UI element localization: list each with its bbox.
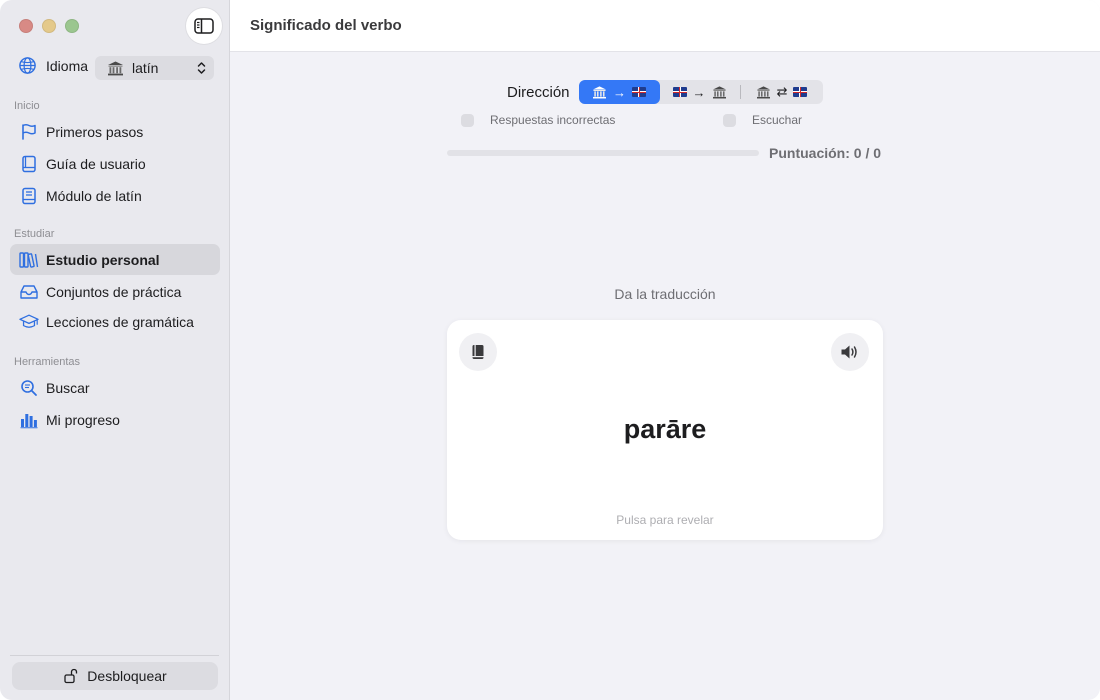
flashcard-word: parāre bbox=[623, 414, 707, 444]
progress-bar bbox=[447, 150, 759, 156]
section-title-herramientas: Herramientas bbox=[14, 356, 81, 368]
sidebar-item-guia-de-usuario[interactable]: Guía de usuario bbox=[10, 148, 220, 179]
chart-bars-icon bbox=[19, 410, 39, 430]
arrow-right-icon: → bbox=[692, 84, 706, 100]
language-label: Idioma bbox=[46, 57, 89, 74]
toggle-sidebar-button[interactable] bbox=[186, 8, 222, 44]
direction-label: Dirección bbox=[507, 83, 570, 101]
toolbar: Significado del verbo bbox=[230, 0, 1100, 52]
unlock-label: Desbloquear bbox=[87, 668, 167, 684]
speaker-icon bbox=[841, 345, 857, 359]
flashcard[interactable]: parāre Pulsa para revelar bbox=[447, 320, 883, 540]
unlock-button[interactable]: Desbloquear bbox=[12, 662, 218, 690]
direction-row: Dirección → → ⇄ bbox=[507, 80, 823, 104]
sidebar-item-label: Conjuntos de práctica bbox=[46, 283, 182, 300]
page-title: Significado del verbo bbox=[250, 17, 402, 34]
listen-checkbox[interactable] bbox=[723, 113, 736, 127]
sidebar-item-conjuntos-de-practica[interactable]: Conjuntos de práctica bbox=[10, 276, 220, 307]
latin-temple-icon bbox=[712, 85, 726, 98]
close-window-button[interactable] bbox=[19, 19, 33, 33]
main-content: Significado del verbo Dirección → → ⇄ Re… bbox=[230, 0, 1100, 700]
latin-temple-icon bbox=[593, 85, 607, 98]
unlock-icon bbox=[64, 668, 78, 684]
sidebar-item-lecciones-de-gramatica[interactable]: Lecciones de gramática bbox=[10, 306, 220, 337]
arrow-right-icon: → bbox=[613, 84, 627, 100]
sidebar-item-estudio-personal[interactable]: Estudio personal bbox=[10, 244, 220, 275]
book-icon bbox=[19, 186, 39, 206]
sidebar-item-mi-progreso[interactable]: Mi progreso bbox=[10, 404, 220, 435]
language-select[interactable]: latín bbox=[95, 56, 214, 80]
wrong-answers-label: Respuestas incorrectas bbox=[490, 113, 616, 127]
globe-icon bbox=[19, 57, 36, 74]
latin-temple-icon bbox=[108, 61, 123, 75]
sidebar: Idioma latín Inicio Primeros pasos Guía … bbox=[0, 0, 230, 700]
sidebar-item-primeros-pasos[interactable]: Primeros pasos bbox=[10, 116, 220, 147]
reveal-hint: Pulsa para revelar bbox=[616, 513, 714, 527]
sidebar-item-label: Buscar bbox=[46, 379, 90, 396]
sidebar-item-label: Lecciones de gramática bbox=[46, 313, 194, 330]
sidebar-item-label: Primeros pasos bbox=[46, 123, 144, 140]
uk-flag-icon bbox=[632, 87, 647, 97]
direction-latin-to-english[interactable]: → bbox=[578, 80, 660, 104]
chevron-up-down-icon bbox=[197, 62, 206, 74]
sidebar-item-label: Estudio personal bbox=[46, 251, 160, 268]
play-audio-button[interactable] bbox=[831, 333, 869, 371]
book-icon bbox=[472, 345, 484, 359]
sidebar-item-modulo-de-latin[interactable]: Módulo de latín bbox=[10, 180, 220, 211]
book-icon bbox=[19, 154, 39, 174]
minimize-window-button[interactable] bbox=[42, 19, 56, 33]
sidebar-icon bbox=[194, 18, 214, 34]
direction-english-to-latin[interactable]: → bbox=[660, 80, 740, 104]
zoom-window-button[interactable] bbox=[65, 19, 79, 33]
uk-flag-icon bbox=[672, 87, 687, 97]
sidebar-item-buscar[interactable]: Buscar bbox=[10, 372, 220, 403]
direction-segmented-control: → → ⇄ bbox=[578, 80, 823, 104]
sidebar-item-label: Módulo de latín bbox=[46, 187, 142, 204]
direction-both-ways[interactable]: ⇄ bbox=[741, 80, 823, 104]
app-window: Idioma latín Inicio Primeros pasos Guía … bbox=[0, 0, 1100, 700]
dictionary-button[interactable] bbox=[459, 333, 497, 371]
prompt-text: Da la traducción bbox=[614, 286, 716, 302]
uk-flag-icon bbox=[793, 87, 808, 97]
section-title-inicio: Inicio bbox=[14, 100, 40, 112]
window-controls bbox=[19, 19, 79, 33]
sidebar-item-label: Guía de usuario bbox=[46, 155, 146, 172]
listen-label: Escuchar bbox=[752, 113, 803, 127]
divider bbox=[10, 655, 219, 656]
arrows-swap-icon: ⇄ bbox=[776, 84, 788, 99]
search-icon bbox=[19, 378, 39, 398]
listen-option[interactable]: Escuchar bbox=[723, 113, 802, 127]
books-icon bbox=[19, 250, 39, 270]
language-value: latín bbox=[132, 60, 159, 76]
section-title-estudiar: Estudiar bbox=[14, 228, 55, 240]
wrong-answers-option[interactable]: Respuestas incorrectas bbox=[461, 113, 615, 127]
flag-icon bbox=[19, 122, 39, 142]
latin-temple-icon bbox=[756, 85, 770, 98]
graduation-cap-icon bbox=[19, 312, 39, 332]
sidebar-item-label: Mi progreso bbox=[46, 411, 120, 428]
wrong-answers-checkbox[interactable] bbox=[461, 113, 474, 127]
score-text: Puntuación: 0 / 0 bbox=[769, 145, 882, 161]
tray-icon bbox=[19, 282, 39, 302]
language-row: Idioma latín bbox=[18, 56, 214, 80]
